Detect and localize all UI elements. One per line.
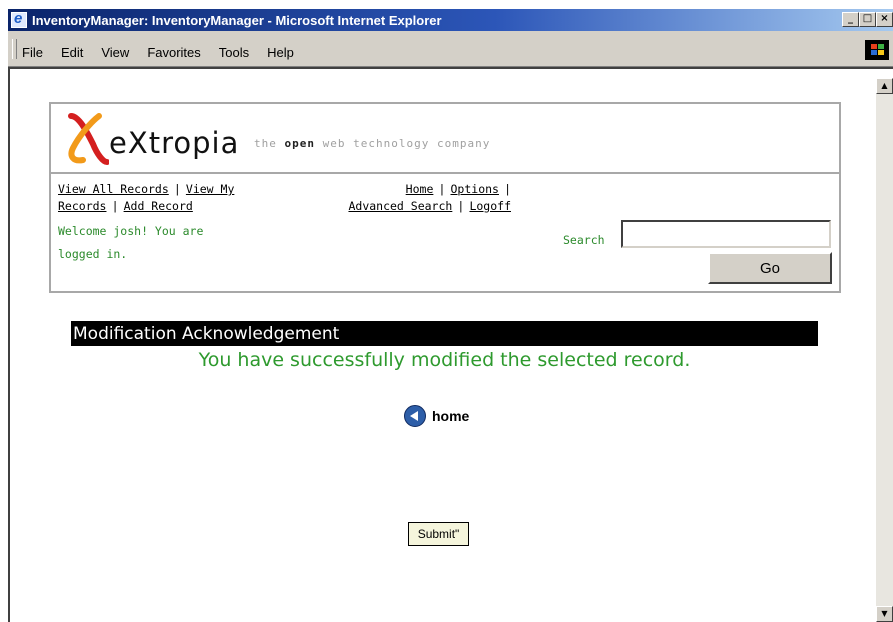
- search-label: Search: [563, 233, 605, 247]
- window-title: InventoryManager: InventoryManager - Mic…: [32, 12, 442, 28]
- toolbar-grip[interactable]: [12, 39, 17, 59]
- logoff-link[interactable]: Logoff: [469, 199, 511, 213]
- maximize-button[interactable]: □: [859, 12, 876, 27]
- menu-view[interactable]: View: [101, 45, 129, 60]
- scroll-up-icon[interactable]: ▲: [876, 78, 893, 94]
- menu-tools[interactable]: Tools: [219, 45, 249, 60]
- menu-bar: File Edit View Favorites Tools Help: [8, 31, 893, 67]
- home-link[interactable]: home: [404, 405, 469, 427]
- welcome-message: Welcome josh! You are logged in.: [58, 224, 204, 261]
- minimize-button[interactable]: _: [842, 12, 859, 27]
- menu-edit[interactable]: Edit: [61, 45, 83, 60]
- logo-text: eXtropia: [109, 126, 240, 160]
- acknowledgement-title: Modification Acknowledgement: [71, 321, 818, 346]
- add-record-link[interactable]: Add Record: [124, 199, 193, 213]
- success-message: You have successfully modified the selec…: [198, 349, 691, 371]
- window-title-bar[interactable]: InventoryManager: InventoryManager - Mic…: [8, 9, 893, 31]
- logo-area: eXtropia the open web technology company: [51, 104, 839, 174]
- home-nav-link[interactable]: Home: [406, 182, 434, 196]
- scroll-down-icon[interactable]: ▼: [876, 606, 893, 622]
- ie-icon: [11, 10, 27, 28]
- extropia-logo-icon: [68, 113, 109, 165]
- site-header: eXtropia the open web technology company…: [49, 102, 841, 293]
- close-button[interactable]: ×: [876, 12, 893, 27]
- search-input[interactable]: [621, 220, 831, 248]
- nav-center: Home | Options | Advanced Search | Logof…: [348, 182, 511, 213]
- menu-help[interactable]: Help: [267, 45, 294, 60]
- windows-logo-icon: [865, 40, 889, 60]
- options-link[interactable]: Options: [451, 182, 499, 196]
- back-arrow-circle-icon[interactable]: [404, 405, 426, 427]
- vertical-scrollbar[interactable]: ▲ ▼: [876, 78, 893, 622]
- view-my-records-link[interactable]: View My: [186, 182, 234, 196]
- view-my-records-link-cont[interactable]: Records: [58, 199, 106, 213]
- nav-left: View All Records | View My Records | Add…: [58, 182, 235, 213]
- go-button[interactable]: Go: [708, 252, 832, 284]
- window-controls: _ □ ×: [842, 12, 893, 27]
- menu-favorites[interactable]: Favorites: [147, 45, 200, 60]
- home-link-label[interactable]: home: [432, 408, 469, 424]
- view-all-records-link[interactable]: View All Records: [58, 182, 169, 196]
- submit-button[interactable]: Submit": [408, 522, 469, 546]
- menu-file[interactable]: File: [22, 45, 43, 60]
- tagline: the open web technology company: [254, 137, 491, 150]
- advanced-search-link[interactable]: Advanced Search: [348, 199, 452, 213]
